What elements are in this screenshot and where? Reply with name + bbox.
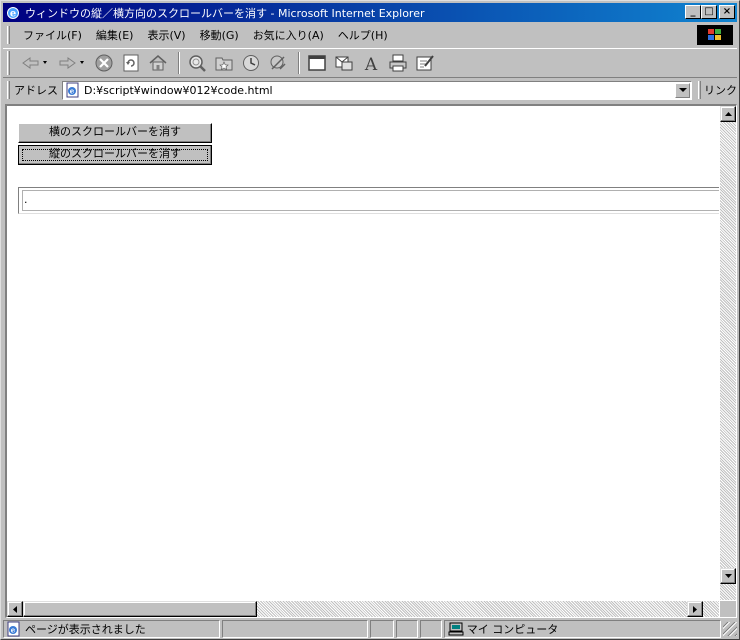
minimize-button[interactable]: _ bbox=[685, 5, 701, 19]
favorites-icon[interactable] bbox=[212, 51, 236, 75]
menu-grip[interactable] bbox=[7, 26, 10, 44]
chevron-down-icon bbox=[678, 87, 687, 92]
scroll-up-button[interactable] bbox=[720, 106, 736, 122]
output-text: . bbox=[22, 190, 719, 211]
back-icon[interactable] bbox=[18, 51, 52, 75]
windows-logo-icon bbox=[697, 25, 733, 45]
address-url: D:¥script¥window¥012¥code.html bbox=[83, 83, 273, 97]
horizontal-scroll-thumb[interactable] bbox=[23, 601, 257, 617]
my-computer-icon bbox=[448, 622, 464, 636]
status-message-panel: e ページが表示されました bbox=[3, 620, 221, 638]
arrow-right-icon bbox=[693, 605, 697, 613]
page-viewport: 横のスクロールバーを消す 縦のスクロールバーを消す . bbox=[5, 104, 737, 618]
history-icon[interactable] bbox=[239, 51, 263, 75]
status-offline-panel bbox=[369, 620, 394, 638]
stop-icon[interactable] bbox=[92, 51, 116, 75]
toolbar-separator bbox=[298, 52, 300, 74]
arrow-up-icon bbox=[724, 112, 732, 116]
status-message: ページが表示されました bbox=[25, 623, 146, 636]
svg-text:A: A bbox=[364, 55, 378, 73]
vertical-scrollbar[interactable] bbox=[720, 106, 736, 600]
address-grip[interactable] bbox=[7, 81, 10, 99]
menu-favorites[interactable]: お気に入り(A) bbox=[246, 25, 331, 45]
scrollbar-corner bbox=[720, 601, 736, 617]
status-zone: マイ コンピュータ bbox=[466, 623, 559, 636]
status-extra-panel bbox=[419, 620, 442, 638]
menu-help[interactable]: ヘルプ(H) bbox=[331, 25, 395, 45]
svg-text:e: e bbox=[10, 8, 16, 19]
scroll-left-button[interactable] bbox=[7, 601, 23, 617]
ie-page-icon: e bbox=[6, 621, 22, 637]
address-label: アドレス bbox=[13, 84, 58, 97]
links-button[interactable]: リンク bbox=[704, 82, 737, 98]
resize-grip[interactable] bbox=[723, 622, 737, 636]
address-bar: アドレス e D:¥script¥window¥012¥code.html リン… bbox=[3, 79, 737, 101]
hide-vertical-scrollbar-button[interactable]: 縦のスクロールバーを消す bbox=[18, 145, 212, 165]
forward-icon[interactable] bbox=[55, 51, 89, 75]
arrow-left-icon bbox=[13, 605, 17, 613]
menu-go[interactable]: 移動(G) bbox=[193, 25, 246, 45]
toolbar-separator bbox=[178, 52, 180, 74]
ie-app-icon[interactable]: e bbox=[5, 5, 21, 21]
status-zone-panel: マイ コンピュータ bbox=[443, 620, 722, 638]
status-progress-panel bbox=[222, 620, 368, 638]
scroll-down-button[interactable] bbox=[720, 568, 736, 584]
fullscreen-icon[interactable] bbox=[305, 51, 329, 75]
standard-toolbar: A bbox=[3, 48, 737, 78]
page-icon: e bbox=[65, 82, 81, 98]
horizontal-scrollbar[interactable] bbox=[7, 601, 719, 617]
hide-vertical-scrollbar-label: 縦のスクロールバーを消す bbox=[49, 147, 181, 160]
status-bar: e ページが表示されました マイ コンピュータ bbox=[3, 619, 737, 639]
menu-edit[interactable]: 編集(E) bbox=[89, 25, 141, 45]
browser-window: e ウィンドウの縦／横方向のスクロールバーを消す - Microsoft Int… bbox=[0, 0, 740, 640]
hide-horizontal-scrollbar-button[interactable]: 横のスクロールバーを消す bbox=[18, 123, 212, 143]
output-textbox[interactable]: . bbox=[18, 187, 719, 214]
home-icon[interactable] bbox=[146, 51, 170, 75]
menu-file[interactable]: ファイル(F) bbox=[16, 25, 89, 45]
mail-icon[interactable] bbox=[332, 51, 356, 75]
svg-text:e: e bbox=[70, 87, 75, 96]
search-icon[interactable] bbox=[185, 51, 209, 75]
status-security-panel bbox=[395, 620, 418, 638]
channels-icon[interactable] bbox=[266, 51, 290, 75]
edit-icon[interactable] bbox=[413, 51, 437, 75]
links-grip[interactable] bbox=[698, 81, 701, 99]
menu-view[interactable]: 表示(V) bbox=[140, 25, 192, 45]
arrow-down-icon bbox=[724, 574, 732, 578]
print-icon[interactable] bbox=[386, 51, 410, 75]
refresh-icon[interactable] bbox=[119, 51, 143, 75]
maximize-button[interactable]: □ bbox=[701, 5, 717, 19]
title-bar[interactable]: e ウィンドウの縦／横方向のスクロールバーを消す - Microsoft Int… bbox=[3, 3, 737, 22]
address-input[interactable]: e D:¥script¥window¥012¥code.html bbox=[61, 80, 692, 100]
address-dropdown-button[interactable] bbox=[675, 82, 690, 98]
font-icon[interactable]: A bbox=[359, 51, 383, 75]
scroll-right-button[interactable] bbox=[687, 601, 703, 617]
toolbar-grip[interactable] bbox=[7, 51, 10, 75]
window-title: ウィンドウの縦／横方向のスクロールバーを消す - Microsoft Inter… bbox=[25, 6, 425, 20]
menu-bar: ファイル(F) 編集(E) 表示(V) 移動(G) お気に入り(A) ヘルプ(H… bbox=[3, 24, 737, 46]
close-button[interactable]: × bbox=[719, 5, 735, 19]
page-content: 横のスクロールバーを消す 縦のスクロールバーを消す . bbox=[7, 106, 719, 600]
svg-text:e: e bbox=[11, 626, 16, 635]
